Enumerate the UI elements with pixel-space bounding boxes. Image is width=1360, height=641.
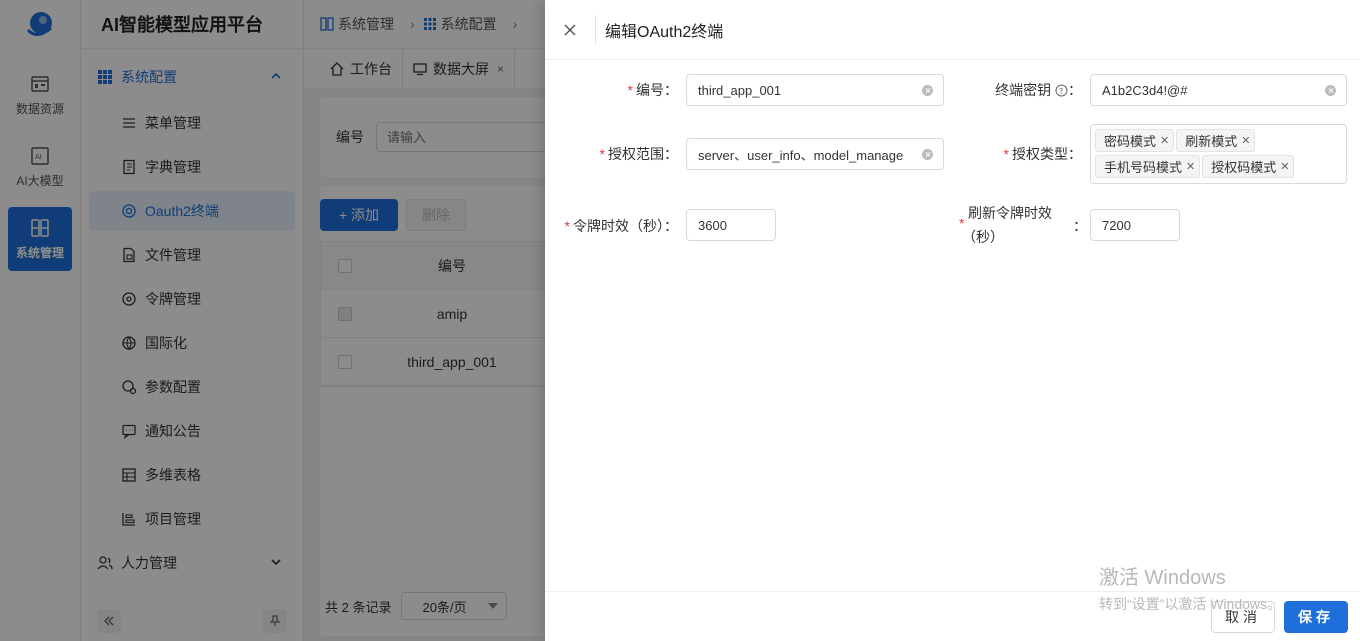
label-text: 令牌时效（秒）: [573, 218, 664, 234]
grant-tag: 刷新模式 ✕: [1176, 129, 1256, 152]
required-mark: *: [599, 146, 605, 162]
code-label: * 编号：: [627, 82, 678, 98]
required-mark: *: [1003, 146, 1009, 162]
grant-tag: 授权码模式 ✕: [1202, 155, 1295, 178]
tag-close-icon[interactable]: ✕: [1241, 134, 1250, 147]
label-text: 刷新令牌时效: [968, 205, 1052, 221]
clear-icon[interactable]: [922, 85, 933, 96]
tag-label: 授权码模式: [1211, 160, 1277, 175]
cancel-button[interactable]: 取消: [1211, 601, 1275, 633]
header-divider: [595, 14, 596, 45]
drawer-header: 编辑OAuth2终端: [545, 0, 1360, 60]
tag-label: 手机号码模式: [1104, 160, 1183, 175]
code-input[interactable]: third_app_001: [686, 74, 944, 106]
close-icon: [564, 23, 576, 36]
grant-type-label: * 授权类型：: [1003, 146, 1082, 162]
label-text: 授权类型: [1012, 146, 1068, 162]
tag-label: 刷新模式: [1185, 134, 1238, 149]
tag-close-icon[interactable]: ✕: [1280, 160, 1289, 173]
label-text: 授权范围: [608, 146, 664, 162]
svg-text:?: ?: [1059, 87, 1063, 96]
grant-type-select[interactable]: 密码模式 ✕ 刷新模式 ✕ 手机号码模式 ✕ 授权码模式 ✕: [1090, 124, 1347, 184]
label-text: 终端密钥: [995, 82, 1052, 98]
code-value: third_app_001: [698, 82, 782, 98]
tag-close-icon[interactable]: ✕: [1186, 160, 1195, 173]
grant-tag: 手机号码模式 ✕: [1095, 155, 1201, 178]
label-text: （秒）: [962, 229, 1004, 245]
tag-close-icon[interactable]: ✕: [1160, 134, 1169, 147]
refresh-validity-input[interactable]: 7200: [1090, 209, 1180, 241]
refresh-value: 7200: [1102, 217, 1131, 233]
token-value: 3600: [698, 217, 727, 233]
label-colon: ：: [1073, 218, 1087, 234]
tag-label: 密码模式: [1104, 134, 1157, 149]
scope-input[interactable]: server、user_info、model_manage: [686, 138, 944, 170]
scope-value: server、user_info、model_manage: [698, 147, 904, 163]
secret-label: 终端密钥 ?：: [995, 82, 1082, 98]
token-validity-label: * 令牌时效（秒）：: [564, 218, 678, 234]
clear-icon[interactable]: [1325, 85, 1336, 96]
grant-tag: 密码模式 ✕: [1095, 129, 1175, 152]
edit-drawer: 编辑OAuth2终端 * 编号： third_app_001 终端密钥 ?： A1…: [545, 0, 1360, 641]
refresh-validity-label: * 刷新令牌时效 （秒） ：: [959, 203, 1087, 247]
help-circle-icon[interactable]: ?: [1055, 84, 1068, 97]
save-button[interactable]: 保存: [1284, 601, 1348, 633]
secret-input[interactable]: A1b2C3d4!@#: [1090, 74, 1347, 106]
drawer-footer: 取消 保存: [545, 591, 1360, 641]
required-mark: *: [627, 82, 633, 98]
close-button[interactable]: [545, 0, 595, 60]
required-mark: *: [564, 218, 570, 234]
drawer-mask[interactable]: [0, 0, 545, 641]
clear-icon[interactable]: [922, 149, 933, 160]
token-validity-input[interactable]: 3600: [686, 209, 776, 241]
drawer-title: 编辑OAuth2终端: [605, 23, 724, 41]
label-text: 编号: [636, 82, 664, 98]
secret-value: A1b2C3d4!@#: [1102, 82, 1188, 98]
scope-label: * 授权范围：: [599, 146, 678, 162]
